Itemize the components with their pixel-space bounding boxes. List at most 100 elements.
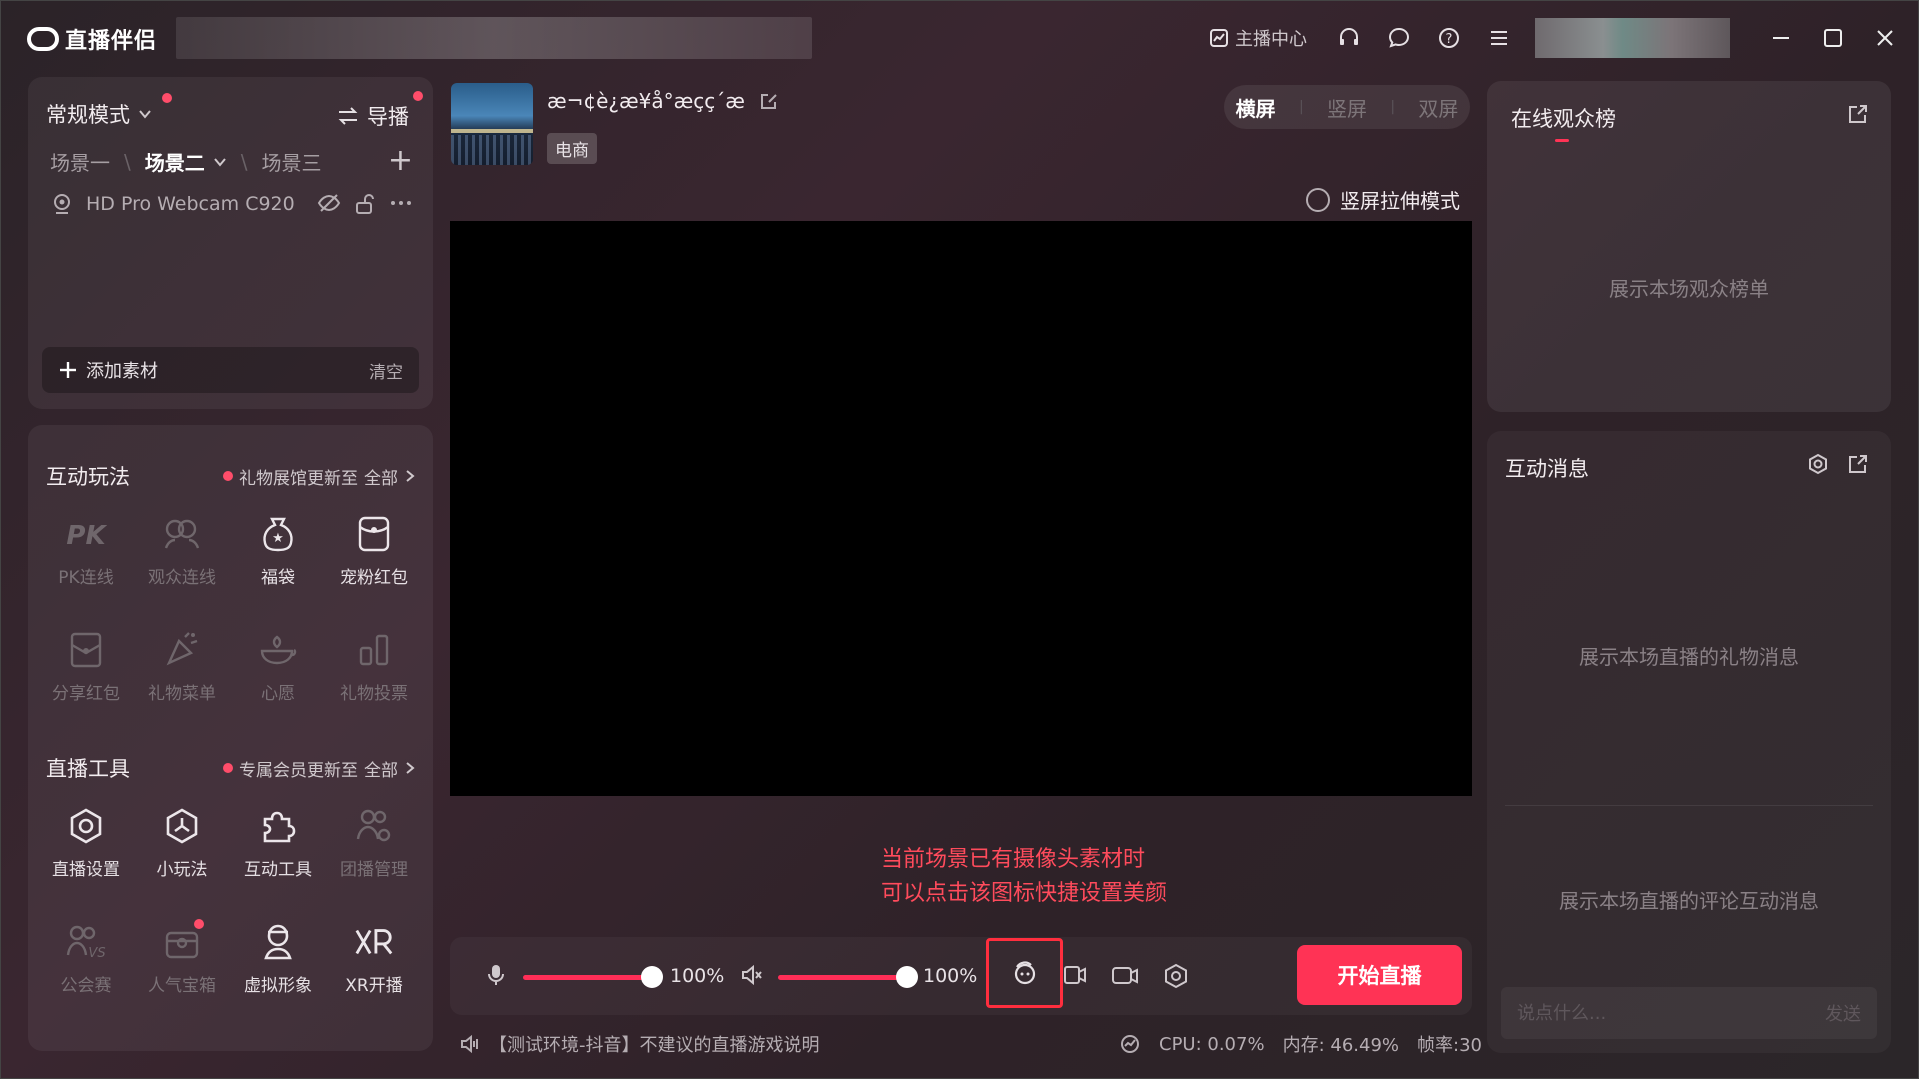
gift-vote-button[interactable]: 礼物投票: [326, 621, 422, 737]
popout-icon[interactable]: [1847, 453, 1869, 475]
tab-separator: \: [240, 149, 248, 174]
speaker-notice-icon: [461, 1034, 478, 1054]
svg-text:VS: VS: [88, 946, 105, 961]
maximize-icon[interactable]: [1818, 23, 1848, 53]
unlock-icon[interactable]: [355, 193, 375, 215]
tab-scene-3[interactable]: 场景三: [262, 147, 322, 176]
guide-label: 导播: [367, 105, 409, 129]
support-headset-icon[interactable]: [1335, 24, 1363, 52]
treasure-box-button[interactable]: 人气宝箱: [134, 913, 230, 1029]
tile-label: 人气宝箱: [148, 976, 216, 996]
speaker-volume-slider[interactable]: [778, 966, 918, 988]
tab-dual[interactable]: 双屏: [1418, 93, 1458, 122]
tab-scene-2[interactable]: 场景二: [145, 147, 205, 176]
fan-red-packet-button[interactable]: 宠粉红包: [326, 505, 422, 621]
cpu-usage: CPU: 0.07%: [1159, 1033, 1265, 1055]
speaker-icon[interactable]: [740, 963, 764, 987]
edit-icon[interactable]: [759, 91, 779, 111]
audience-link-button[interactable]: 观众连线: [134, 505, 230, 621]
add-source-bar: 添加素材 清空: [42, 347, 419, 393]
add-scene-icon[interactable]: +: [388, 143, 413, 178]
mode-selector[interactable]: 常规模式: [46, 99, 152, 129]
tools-more-link[interactable]: 专属会员更新至 全部: [223, 756, 416, 781]
message-bubble-icon[interactable]: [1385, 24, 1413, 52]
send-button[interactable]: 发送: [1825, 1000, 1861, 1026]
tab-landscape[interactable]: 横屏: [1236, 93, 1276, 122]
microphone-icon[interactable]: [486, 963, 506, 987]
live-preview[interactable]: [450, 221, 1472, 796]
interactive-more-link[interactable]: 礼物展馆更新至 全部: [223, 464, 416, 489]
wish-button[interactable]: 心愿: [230, 621, 326, 737]
group-manage-icon: [356, 809, 391, 842]
share-red-packet-button[interactable]: 分享红包: [38, 621, 134, 737]
rank-title-underline: [1555, 139, 1569, 142]
minimize-icon[interactable]: [1766, 23, 1796, 53]
start-live-button[interactable]: 开始直播: [1297, 945, 1462, 1005]
room-cover-image[interactable]: [451, 83, 533, 165]
settings-icon[interactable]: [1163, 963, 1189, 989]
tab-portrait[interactable]: 竖屏: [1327, 93, 1367, 122]
mini-game-icon: [166, 808, 198, 844]
stretch-mode-radio[interactable]: [1306, 187, 1330, 212]
tile-label: 礼物菜单: [148, 684, 216, 704]
close-icon[interactable]: [1870, 23, 1900, 53]
source-item[interactable]: HD Pro Webcam C920: [50, 192, 413, 216]
streamer-center-button[interactable]: 主播中心: [1209, 25, 1307, 51]
help-icon[interactable]: ?: [1435, 24, 1463, 52]
user-avatar-blurred[interactable]: [1535, 18, 1730, 58]
live-settings-icon: [70, 808, 102, 844]
settings-icon[interactable]: [1807, 453, 1829, 475]
orientation-separator: |: [1390, 99, 1396, 115]
comment-input[interactable]: [1517, 1002, 1825, 1024]
beauty-filter-button[interactable]: [986, 938, 1063, 1008]
scene-tabs: 场景一 \ 场景二 \ 场景三: [50, 147, 322, 176]
clear-button[interactable]: 清空: [369, 358, 403, 383]
screen-record-icon[interactable]: [1061, 963, 1089, 989]
speaker-volume-knob[interactable]: [896, 966, 918, 988]
stretch-mode-option[interactable]: 竖屏拉伸模式: [1306, 185, 1460, 214]
notify-dot: [223, 763, 233, 773]
tile-label: 团播管理: [340, 860, 408, 880]
camera-icon[interactable]: [1111, 963, 1139, 989]
mic-volume-slider[interactable]: [523, 966, 663, 988]
memory-usage: 内存: 46.49%: [1282, 1035, 1399, 1056]
more-icon[interactable]: [389, 193, 413, 213]
beauty-hint: 当前场景已有摄像头素材时 可以点击该图标快捷设置美颜: [881, 843, 1167, 911]
gift-menu-button[interactable]: 礼物菜单: [134, 621, 230, 737]
tools-all: 全部: [364, 760, 398, 781]
live-settings-button[interactable]: 直播设置: [38, 797, 134, 913]
xr-live-button[interactable]: XR开播: [326, 913, 422, 1029]
status-notice[interactable]: 【测试环境-抖音】不建议的直播游戏说明: [459, 1031, 820, 1057]
tools-title: 直播工具: [46, 757, 130, 781]
tile-label: 公会赛: [60, 976, 112, 996]
tile-label: 虚拟形象: [244, 976, 312, 996]
visibility-off-icon[interactable]: [317, 193, 341, 213]
hint-line-1: 当前场景已有摄像头素材时: [881, 847, 1146, 872]
orientation-switch: 横屏 | 竖屏 | 双屏: [1224, 85, 1470, 129]
tile-label: 直播设置: [52, 860, 120, 880]
chart-icon: [1210, 29, 1228, 47]
message-divider: [1505, 805, 1873, 806]
menu-icon[interactable]: [1485, 24, 1513, 52]
comment-empty-text: 展示本场直播的评论互动消息: [1559, 889, 1819, 913]
popout-icon[interactable]: [1847, 103, 1869, 125]
mic-volume-knob[interactable]: [641, 966, 663, 988]
tab-scene-1[interactable]: 场景一: [50, 147, 110, 176]
app-window: 直播伴侣 主播中心 ? 常规模式 导播 场景一 \ 场景二 \ 场景三 + HD…: [0, 0, 1919, 1079]
guide-button[interactable]: 导播: [337, 101, 409, 131]
virtual-avatar-button[interactable]: 虚拟形象: [230, 913, 326, 1029]
svg-text:★: ★: [272, 531, 284, 546]
interactive-title: 互动玩法: [46, 465, 130, 489]
title-bar: 直播伴侣 主播中心 ?: [1, 1, 1919, 75]
comment-box: 发送: [1501, 987, 1877, 1039]
gift-empty-text: 展示本场直播的礼物消息: [1579, 645, 1799, 669]
interactive-tools-button[interactable]: 互动工具: [230, 797, 326, 913]
guild-match-button[interactable]: VS 公会赛: [38, 913, 134, 1029]
mini-game-button[interactable]: 小玩法: [134, 797, 230, 913]
red-packet-icon: [358, 516, 390, 552]
group-manage-button[interactable]: 团播管理: [326, 797, 422, 913]
lucky-bag-button[interactable]: ★ 福袋: [230, 505, 326, 621]
pk-link-button[interactable]: PK PK连线: [38, 505, 134, 621]
add-source-button[interactable]: 添加素材: [58, 357, 158, 383]
chevron-down-icon[interactable]: [213, 155, 227, 169]
